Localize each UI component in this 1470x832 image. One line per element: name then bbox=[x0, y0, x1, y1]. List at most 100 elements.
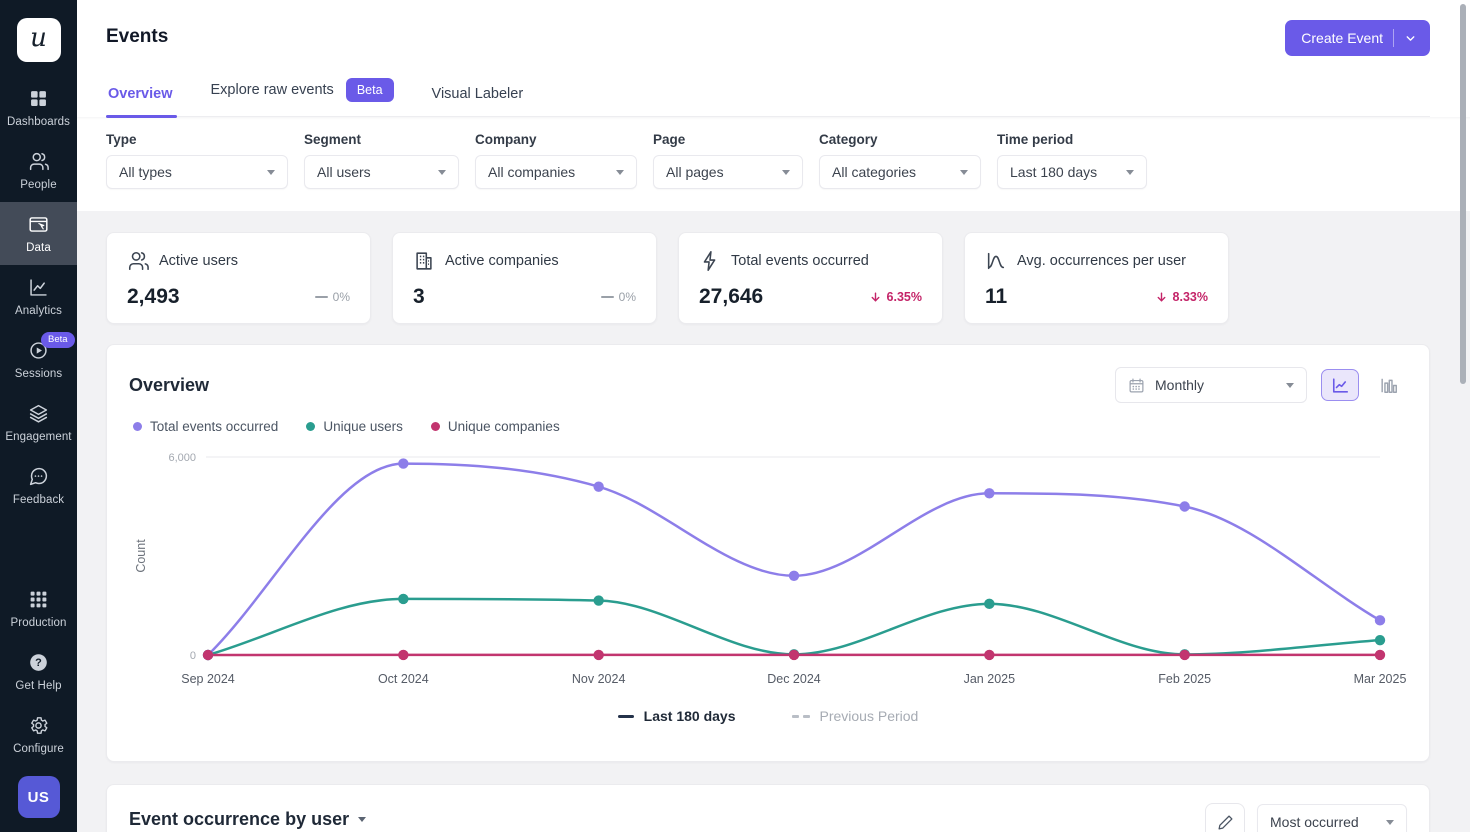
granularity-select[interactable]: Monthly bbox=[1115, 367, 1307, 403]
stat-change-value: 0% bbox=[619, 290, 636, 304]
type-select[interactable]: All types bbox=[106, 155, 288, 189]
chevron-down-icon bbox=[1286, 383, 1294, 388]
legend-label: Unique companies bbox=[448, 419, 560, 434]
svg-text:Jan 2025: Jan 2025 bbox=[964, 672, 1015, 686]
time-period-select[interactable]: Last 180 days bbox=[997, 155, 1147, 189]
tab-bar: Overview Explore raw events Beta Visual … bbox=[106, 72, 1430, 117]
sidebar-item-label: Production bbox=[11, 617, 67, 629]
dashed-line-icon bbox=[792, 715, 810, 718]
legend-label: Last 180 days bbox=[644, 708, 736, 724]
sidebar-item-dashboards[interactable]: Dashboards bbox=[0, 76, 77, 139]
sidebar-item-engagement[interactable]: Engagement bbox=[0, 391, 77, 454]
legend-current-period[interactable]: Last 180 days bbox=[618, 708, 736, 724]
chart-legend: Total events occurred Unique users Uniqu… bbox=[133, 419, 1407, 434]
people-icon bbox=[28, 151, 49, 173]
legend-unique-companies[interactable]: Unique companies bbox=[431, 419, 560, 434]
tab-overview[interactable]: Overview bbox=[106, 80, 175, 116]
solid-line-icon bbox=[618, 715, 634, 718]
stat-label: Avg. occurrences per user bbox=[1017, 253, 1186, 269]
bar-chart-toggle[interactable] bbox=[1369, 369, 1407, 401]
analytics-icon bbox=[28, 277, 49, 299]
legend-label: Total events occurred bbox=[150, 419, 278, 434]
svg-text:Feb 2025: Feb 2025 bbox=[1158, 672, 1211, 686]
sidebar-item-label: Feedback bbox=[13, 494, 64, 506]
event-occurrence-title[interactable]: Event occurrence by user bbox=[129, 809, 366, 830]
overview-title: Overview bbox=[129, 375, 209, 396]
category-select[interactable]: All categories bbox=[819, 155, 981, 189]
stat-card-active-companies: Active companies 3 0% bbox=[392, 232, 657, 324]
legend-label: Unique users bbox=[323, 419, 403, 434]
events-line-chart[interactable]: 6,0000CountSep 2024Oct 2024Nov 2024Dec 2… bbox=[129, 442, 1407, 694]
stat-change: 6.35% bbox=[869, 290, 922, 304]
beta-badge: Beta bbox=[346, 78, 394, 102]
production-icon bbox=[28, 589, 49, 611]
stat-change: 0% bbox=[601, 290, 636, 304]
stat-change: 0% bbox=[315, 290, 350, 304]
create-event-button[interactable]: Create Event bbox=[1285, 20, 1430, 56]
sidebar-item-sessions[interactable]: Beta Sessions bbox=[0, 328, 77, 391]
filter-company: Company All companies bbox=[475, 132, 637, 189]
tab-explore-raw-events[interactable]: Explore raw events Beta bbox=[209, 72, 396, 116]
sessions-icon: Beta bbox=[28, 340, 49, 362]
period-legend: Last 180 days Previous Period bbox=[129, 708, 1407, 724]
legend-total-events[interactable]: Total events occurred bbox=[133, 419, 278, 434]
edit-button[interactable] bbox=[1205, 803, 1245, 832]
select-value: All categories bbox=[832, 164, 916, 180]
chart-type-toggle bbox=[1321, 369, 1407, 401]
event-occurrence-card: Event occurrence by user Most occurred bbox=[106, 784, 1430, 832]
filter-label: Type bbox=[106, 132, 288, 147]
bar-chart-icon bbox=[1379, 376, 1398, 395]
sidebar-item-data[interactable]: Data bbox=[0, 202, 77, 265]
help-icon: ? bbox=[28, 652, 49, 674]
filter-label: Category bbox=[819, 132, 981, 147]
bell-curve-icon bbox=[985, 250, 1007, 272]
tab-visual-labeler[interactable]: Visual Labeler bbox=[430, 80, 526, 116]
arrow-down-icon bbox=[1155, 291, 1168, 304]
sidebar-item-configure[interactable]: Configure bbox=[0, 703, 77, 766]
select-value: All users bbox=[317, 164, 371, 180]
sidebar-item-analytics[interactable]: Analytics bbox=[0, 265, 77, 328]
sidebar: u Dashboards People Data Analytics bbox=[0, 0, 77, 832]
minus-icon bbox=[315, 296, 328, 298]
stat-change-value: 6.35% bbox=[887, 290, 922, 304]
legend-unique-users[interactable]: Unique users bbox=[306, 419, 403, 434]
gear-icon bbox=[28, 715, 49, 737]
logo-letter: u bbox=[30, 25, 47, 55]
sidebar-item-feedback[interactable]: Feedback bbox=[0, 454, 77, 517]
filter-type: Type All types bbox=[106, 132, 288, 189]
chevron-down-icon bbox=[358, 817, 366, 822]
section-title: Event occurrence by user bbox=[129, 809, 349, 830]
sidebar-item-label: Data bbox=[26, 242, 51, 254]
svg-text:?: ? bbox=[35, 657, 42, 669]
stat-value: 3 bbox=[413, 285, 425, 309]
sidebar-item-people[interactable]: People bbox=[0, 139, 77, 202]
sidebar-item-label: Sessions bbox=[15, 368, 62, 380]
segment-select[interactable]: All users bbox=[304, 155, 459, 189]
dashboards-icon bbox=[28, 88, 49, 110]
arrow-down-icon bbox=[869, 291, 882, 304]
content-area: Active users 2,493 0% Active c bbox=[77, 211, 1470, 832]
overview-card: Overview Monthly bbox=[106, 344, 1430, 762]
user-avatar[interactable]: US bbox=[18, 776, 60, 818]
userpilot-logo[interactable]: u bbox=[17, 18, 61, 62]
filter-label: Company bbox=[475, 132, 637, 147]
sidebar-item-get-help[interactable]: ? Get Help bbox=[0, 640, 77, 703]
main-area: Events Create Event Overview Explore raw… bbox=[77, 0, 1470, 832]
vertical-scrollbar[interactable] bbox=[1460, 4, 1466, 384]
legend-dot bbox=[306, 422, 315, 431]
select-value: All pages bbox=[666, 164, 724, 180]
page-select[interactable]: All pages bbox=[653, 155, 803, 189]
lightning-icon bbox=[699, 250, 721, 272]
legend-label: Previous Period bbox=[820, 708, 919, 724]
svg-text:Sep 2024: Sep 2024 bbox=[181, 672, 235, 686]
legend-dot bbox=[431, 422, 440, 431]
sort-select[interactable]: Most occurred bbox=[1257, 804, 1407, 832]
chevron-down-icon bbox=[782, 170, 790, 175]
company-select[interactable]: All companies bbox=[475, 155, 637, 189]
tab-label: Visual Labeler bbox=[432, 86, 524, 102]
sidebar-item-production[interactable]: Production bbox=[0, 577, 77, 640]
svg-text:0: 0 bbox=[190, 650, 196, 662]
sidebar-item-label: People bbox=[20, 179, 56, 191]
legend-previous-period[interactable]: Previous Period bbox=[792, 708, 919, 724]
line-chart-toggle[interactable] bbox=[1321, 369, 1359, 401]
